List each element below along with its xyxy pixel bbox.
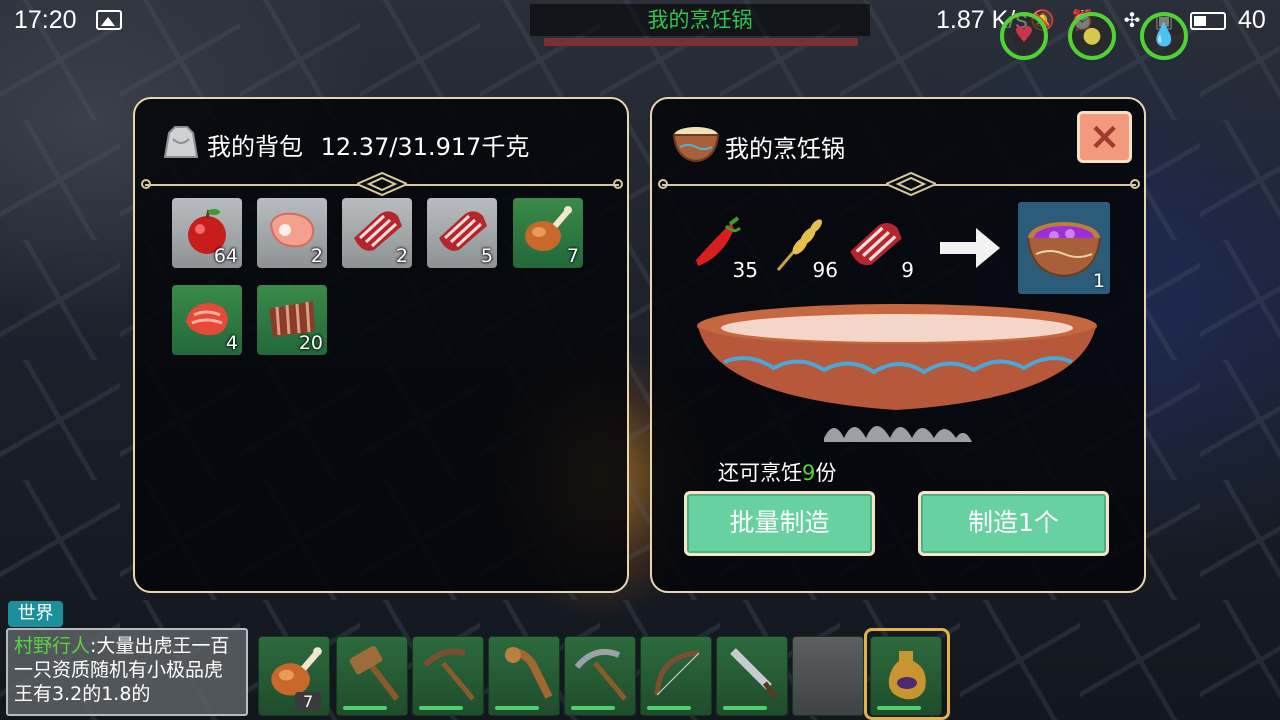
backpack-title: 我的背包 12.37/31.917千克 [207,127,529,162]
hotbar-slot-bow[interactable] [640,636,712,716]
remaining-number: 9 [802,461,816,485]
backpack-item-raw-meat[interactable]: 5 [427,198,497,268]
chat-message-box[interactable]: 村野行人:大量出虎王一百一只资质随机有小极品虎王有3.2的1.8的 [6,628,248,716]
hotbar-selection-frame [864,628,950,720]
image-icon [96,10,122,30]
item-count: 20 [298,332,323,354]
remaining-suffix: 份 [815,461,837,485]
cooking-divider [658,171,1140,197]
sword-icon [730,648,778,699]
hotbar-slot-pickaxe-iron[interactable] [564,636,636,716]
cooking-result-purple-stew[interactable]: 1 [1018,202,1110,294]
ingredient-count: 96 [812,258,838,282]
battery-icon [1190,12,1226,30]
health-status-icon[interactable]: ♥ [1000,12,1048,60]
remaining-cook-count: 还可烹饪9份 [718,457,836,487]
cooking-pot-illustration [697,304,1097,442]
item-count: 5 [480,245,493,267]
backpack-icon [163,126,199,158]
hotbar-slot-hammer[interactable] [336,636,408,716]
hotbar-slot-war-club[interactable] [488,636,560,716]
clock: 17:20 [14,6,77,34]
backpack-item-apple[interactable]: 64 [172,198,242,268]
ingredient-count: 9 [901,258,914,282]
backpack-item-pork-chop[interactable]: 2 [257,198,327,268]
iron-pickaxe-icon [574,649,627,701]
chat-channel-world[interactable]: 世界 [8,601,63,627]
backpack-item-raw-meat[interactable]: 2 [342,198,412,268]
backpack-panel: 我的背包 12.37/31.917千克 64 2 2 5 7 4 20 [133,97,629,593]
target-health-bar [544,38,858,46]
pickaxe-icon [422,648,475,701]
close-button[interactable]: × [1077,111,1132,163]
cooking-pot-title: 我的烹饪锅 [725,135,845,163]
raw-meat-icon [850,223,902,266]
battery-level: 40 [1238,6,1266,34]
backpack-divider [141,171,623,197]
thirst-status-icon[interactable]: 💧 [1140,12,1188,60]
backpack-weight: 12.37/31.917千克 [320,133,530,161]
hammer-icon [349,645,400,701]
item-count: 64 [213,245,238,267]
backpack-item-drumstick[interactable]: 7 [513,198,583,268]
cooking-pot-icon [672,127,720,163]
item-count: 2 [310,245,323,267]
top-banner-title: 我的烹饪锅 [530,4,870,36]
item-count: 4 [225,332,238,354]
hotbar-slot-pickaxe-wood[interactable] [412,636,484,716]
hotbar-slot-sword[interactable] [716,636,788,716]
ingredient-count: 35 [732,258,758,282]
result-count: 1 [1092,270,1105,292]
hotbar-slot-drumstick[interactable]: 7 [258,636,330,716]
backpack-item-sliced-meat[interactable]: 4 [172,285,242,355]
bow-icon [654,650,700,696]
ingredient-raw-meat[interactable]: 9 [846,214,916,284]
batch-craft-button[interactable]: 批量制造 [684,491,875,556]
craft-one-button[interactable]: 制造1个 [918,491,1109,556]
hotbar-count: 7 [295,692,322,711]
chat-sender: 村野行人 [14,635,91,657]
item-count: 7 [566,245,579,267]
backpack-title-text: 我的背包 [207,133,303,161]
ingredient-wheat[interactable]: 96 [770,214,840,284]
arrow-right-icon [940,228,1000,268]
ingredient-chili-pepper[interactable]: 35 [690,214,760,284]
hotbar-slot-empty[interactable] [792,636,864,716]
remaining-prefix: 还可烹饪 [718,461,802,485]
item-count: 2 [395,245,408,267]
war-club-icon [505,647,553,699]
backpack-item-ribs[interactable]: 20 [257,285,327,355]
hunger-status-icon[interactable]: ● [1068,12,1116,60]
